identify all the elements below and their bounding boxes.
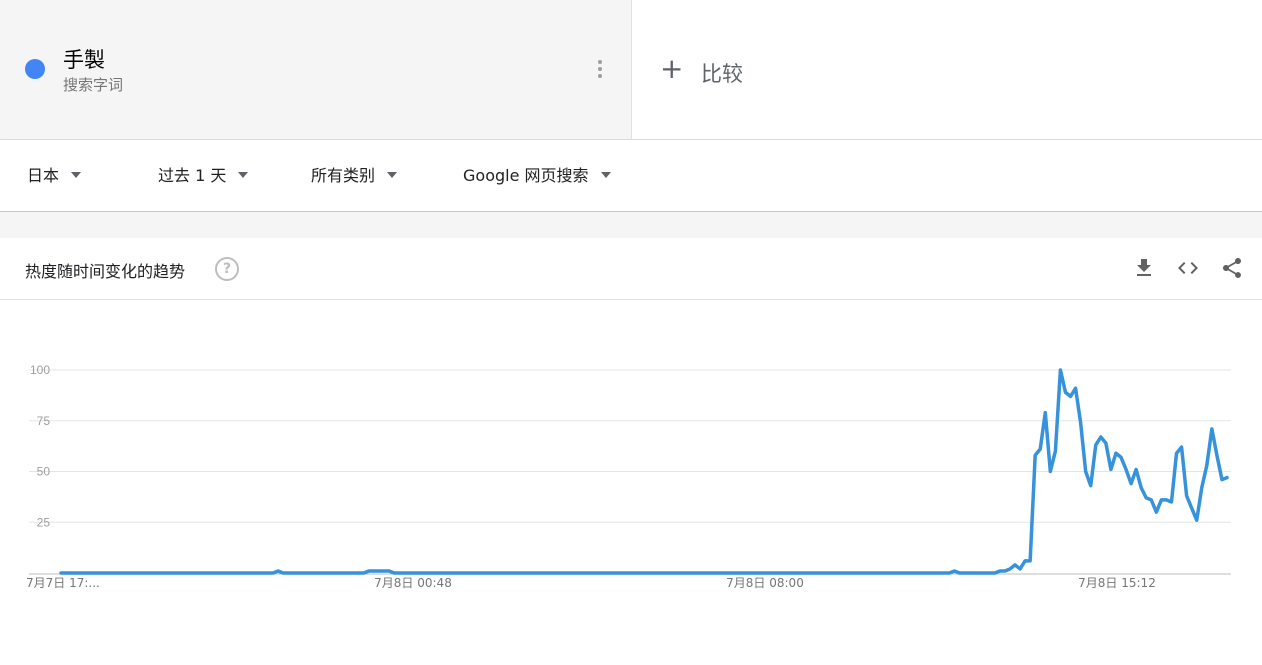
compare-button[interactable]: + 比较 — [632, 0, 1262, 139]
dropdown-arrow-icon — [600, 172, 611, 178]
search-type-value: Google 网页搜索 — [463, 166, 589, 185]
dropdown-arrow-icon — [238, 172, 249, 178]
x-tick-label: 7月8日 00:48 — [374, 576, 452, 590]
share-icon[interactable] — [1220, 256, 1244, 280]
time-range-value: 过去 1 天 — [158, 166, 227, 185]
term-bar: 手製 搜索字词 + 比较 — [0, 0, 1262, 140]
term-name[interactable]: 手製 — [63, 44, 105, 74]
search-term-card[interactable]: 手製 搜索字词 — [0, 0, 632, 139]
download-icon[interactable] — [1132, 256, 1156, 280]
embed-code-icon[interactable] — [1176, 256, 1200, 280]
search-type-dropdown[interactable]: Google 网页搜索 — [463, 162, 611, 186]
y-tick-label: 50 — [37, 465, 51, 479]
trend-line-chart: 25 50 75 100 7月7日 17:... 7月8日 00:48 7月8日 08:0… — [26, 363, 1231, 590]
category-value: 所有类别 — [311, 166, 376, 185]
x-axis-ticks: 7月7日 17:... 7月8日 00:48 7月8日 08:00 7月8日 15:1… — [26, 576, 1156, 590]
x-tick-label: 7月8日 15:12 — [1078, 576, 1156, 590]
dropdown-arrow-icon — [387, 172, 398, 178]
term-type-label: 搜索字词 — [63, 76, 124, 94]
section-gap — [0, 212, 1262, 238]
help-icon[interactable]: ? — [215, 257, 239, 281]
x-tick-label: 7月7日 17:... — [26, 576, 100, 590]
dropdown-arrow-icon — [71, 172, 82, 178]
y-tick-label: 100 — [30, 363, 50, 377]
region-value: 日本 — [27, 166, 60, 185]
time-range-dropdown[interactable]: 过去 1 天 — [158, 162, 249, 186]
y-tick-label: 25 — [37, 515, 51, 529]
more-vert-icon[interactable] — [592, 58, 608, 82]
filter-bar: 日本 过去 1 天 所有类别 Google 网页搜索 — [0, 140, 1262, 212]
card-title: 热度随时间变化的趋势 — [25, 262, 186, 281]
category-dropdown[interactable]: 所有类别 — [311, 162, 398, 186]
plus-icon: + — [660, 52, 684, 85]
interest-over-time-card: 热度随时间变化的趋势 ? 25 50 75 100 7月7日 17:... 7月8日 0… — [0, 238, 1262, 665]
y-tick-label: 75 — [37, 414, 51, 428]
y-axis-ticks: 25 50 75 100 — [30, 363, 50, 529]
compare-label: 比较 — [701, 62, 743, 86]
region-dropdown[interactable]: 日本 — [27, 162, 82, 186]
card-header: 热度随时间变化的趋势 ? — [0, 238, 1262, 300]
x-tick-label: 7月8日 08:00 — [726, 576, 804, 590]
term-color-dot — [25, 59, 45, 79]
